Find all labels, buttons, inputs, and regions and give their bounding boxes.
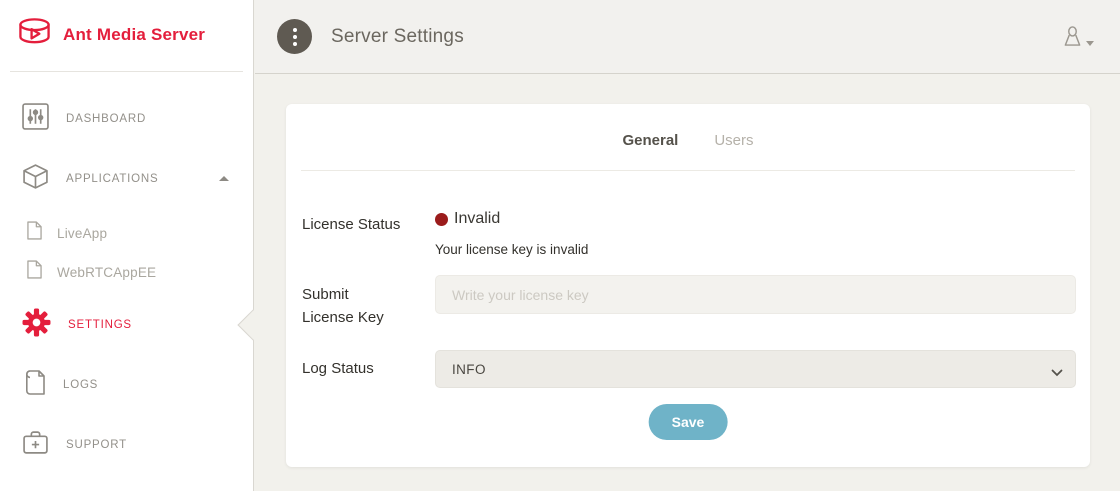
user-icon <box>1062 25 1083 53</box>
file-icon <box>27 221 42 245</box>
status-dot-icon <box>435 213 448 226</box>
sidebar-item-label: WebRTCAppEE <box>57 265 156 280</box>
sidebar-item-applications[interactable]: APPLICATIONS <box>0 162 253 196</box>
sidebar-item-settings[interactable]: SETTINGS <box>0 308 253 342</box>
sidebar-item-label: LOGS <box>63 379 98 391</box>
collapse-caret-up-icon[interactable] <box>219 176 229 181</box>
kebab-dot <box>293 35 297 39</box>
brand-logo[interactable]: Ant Media Server <box>16 16 205 54</box>
sidebar: Ant Media Server DASHBOARD APPLICATIONS <box>0 0 254 491</box>
user-menu[interactable] <box>1062 25 1094 53</box>
package-icon <box>22 163 49 195</box>
sidebar-item-label: LiveApp <box>57 226 107 241</box>
sidebar-item-dashboard[interactable]: DASHBOARD <box>0 102 253 136</box>
license-status-message: Your license key is invalid <box>435 242 588 257</box>
kebab-dot <box>293 42 297 46</box>
save-button[interactable]: Save <box>649 404 728 440</box>
gear-icon <box>22 308 51 342</box>
log-status-label: Log Status <box>302 358 374 381</box>
tab-users[interactable]: Users <box>714 132 753 149</box>
sidebar-item-webrtcappee[interactable]: WebRTCAppEE <box>0 259 253 285</box>
kebab-dot <box>293 28 297 32</box>
brand-name: Ant Media Server <box>63 25 205 45</box>
sidebar-item-label: SUPPORT <box>66 439 127 451</box>
sidebar-item-liveapp[interactable]: LiveApp <box>0 220 253 246</box>
license-status-value: Invalid <box>435 210 500 228</box>
submit-license-key-label: Submit License Key <box>302 284 392 329</box>
first-aid-icon <box>22 430 49 460</box>
log-status-select-wrap: INFO <box>435 350 1076 388</box>
kebab-menu-button[interactable] <box>277 19 312 54</box>
license-status-label: License Status <box>302 214 400 237</box>
sidebar-item-logs[interactable]: LOGS <box>0 368 253 402</box>
sidebar-item-label: APPLICATIONS <box>66 173 158 185</box>
ant-media-logo-icon <box>16 16 53 54</box>
chevron-down-icon <box>1086 41 1094 46</box>
tabs: General Users <box>286 132 1090 149</box>
sliders-icon <box>22 103 49 135</box>
sidebar-item-support[interactable]: SUPPORT <box>0 428 253 462</box>
license-key-input[interactable] <box>435 275 1076 314</box>
sidebar-divider <box>10 71 243 72</box>
status-text: Invalid <box>454 210 500 228</box>
sidebar-item-label: SETTINGS <box>68 319 132 331</box>
sidebar-item-label: DASHBOARD <box>66 113 146 125</box>
tabs-divider <box>301 170 1075 171</box>
file-icon <box>27 260 42 284</box>
server-settings-card: General Users License Status Invalid You… <box>286 104 1090 467</box>
tab-general[interactable]: General <box>622 132 678 149</box>
header: Server Settings <box>255 0 1120 74</box>
page-title: Server Settings <box>331 26 464 48</box>
logbook-icon <box>22 369 46 401</box>
log-status-select[interactable]: INFO <box>435 350 1076 388</box>
